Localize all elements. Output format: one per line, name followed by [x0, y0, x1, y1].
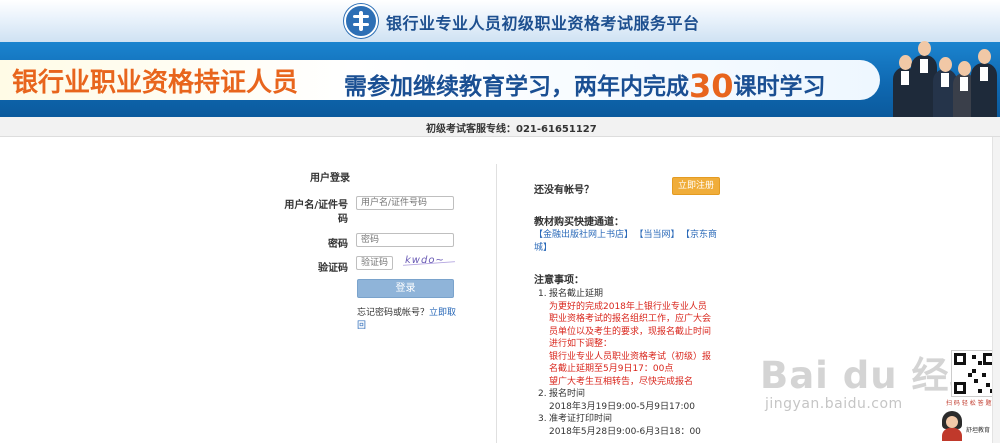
banner-people-image [893, 41, 998, 117]
no-account-prompt: 还没有帐号？ [534, 185, 594, 196]
notice-item-label: 准考证打印时间 [549, 414, 613, 424]
notice-item: 3. 准考证打印时间 [538, 413, 713, 426]
person-figure [971, 49, 997, 117]
notice-red-text: 望广大考生互相转告，尽快完成报名 [549, 376, 694, 387]
login-title: 用户登录 [310, 173, 350, 184]
captcha-input[interactable] [356, 256, 393, 270]
notice-item-number: 3. [538, 414, 547, 424]
captcha-image[interactable]: kwdo~ [403, 255, 455, 270]
banner-slogan-left: 银行业职业资格持证人员 [12, 68, 299, 98]
notice-list: 1. 报名截止延期 为更好的完成2018年上银行业专业人员职业资格考试的报名组织… [538, 288, 713, 438]
banner-slogan-right: 需参加继续教育学习，两年内完成30课时学习 [344, 64, 826, 105]
site-header: 银行业专业人员初级职业资格考试服务平台 [0, 0, 1000, 42]
author-name: 舒坦教育 [966, 427, 991, 434]
notice-date: 2018年3月19日9:00-5月9日17:00 [549, 401, 695, 412]
login-button[interactable]: 登录 [357, 279, 454, 298]
books-links: 【金融出版社网上书店】 【当当网】 【京东商城】 [534, 229, 724, 255]
notice-item: 2. 报名时间 [538, 388, 713, 401]
notice-item: 1. 报名截止延期 [538, 288, 713, 301]
bookstore-link-dangdang[interactable]: 【当当网】 [639, 230, 680, 240]
notice-date: 2018年5月28日9:00-6月3日18：00 [549, 426, 701, 437]
author-avatar [940, 411, 964, 441]
notice-red-text: 为更好的完成2018年上银行业专业人员职业资格考试的报名组织工作，应广大会员单位… [549, 301, 712, 350]
books-title: 教材购买快捷通道： [534, 217, 624, 228]
notice-item-number: 1. [538, 289, 547, 299]
page: 银行业专业人员初级职业资格考试服务平台 银行业职业资格持证人员 需参加继续教育学… [0, 0, 1000, 443]
bookstore-link-finance-press[interactable]: 【金融出版社网上书店】 [534, 230, 633, 240]
register-button[interactable]: 立即注册 [672, 177, 720, 195]
notice-item-label: 报名截止延期 [549, 289, 604, 299]
bank-logo-icon [344, 4, 378, 38]
forgot-password: 忘记密码或帐号？立即取回 [357, 307, 457, 333]
username-label: 用户名/证件号码 [284, 200, 348, 225]
password-label: 密码 [328, 239, 348, 250]
notice-red-text: 银行业专业人员职业资格考试（初级）报名截止延期至5月9日17：00点 [549, 351, 712, 375]
captcha-text: kwdo~ [405, 255, 445, 266]
promo-banner[interactable]: 银行业职业资格持证人员 需参加继续教育学习，两年内完成30课时学习 [0, 41, 1000, 117]
site-title: 银行业专业人员初级职业资格考试服务平台 [386, 14, 700, 33]
notice-item-number: 2. [538, 389, 547, 399]
column-divider [496, 164, 497, 443]
captcha-label: 验证码 [318, 263, 348, 274]
service-hotline-bar: 初级考试客服专线：021-61651127 [0, 117, 1000, 137]
page-scrollbar[interactable] [992, 137, 1000, 443]
forgot-prefix: 忘记密码或帐号？ [357, 308, 430, 318]
username-input[interactable] [356, 196, 454, 210]
baidu-site-watermark: jingyan.baidu.com [765, 396, 903, 412]
banner-hours: 30 [689, 67, 734, 105]
password-input[interactable] [356, 233, 454, 247]
qr-caption: 扫 码 轻 松 答 题 [946, 400, 992, 407]
notice-title: 注意事项： [534, 275, 584, 286]
qr-code-icon [951, 350, 998, 397]
service-hotline: 初级考试客服专线：021-61651127 [426, 124, 597, 135]
banner-slogan-part-b: 课时学习 [733, 74, 826, 100]
banner-slogan-part-a: 需参加继续教育学习，两年内完成 [344, 74, 689, 100]
notice-item-label: 报名时间 [549, 389, 586, 399]
